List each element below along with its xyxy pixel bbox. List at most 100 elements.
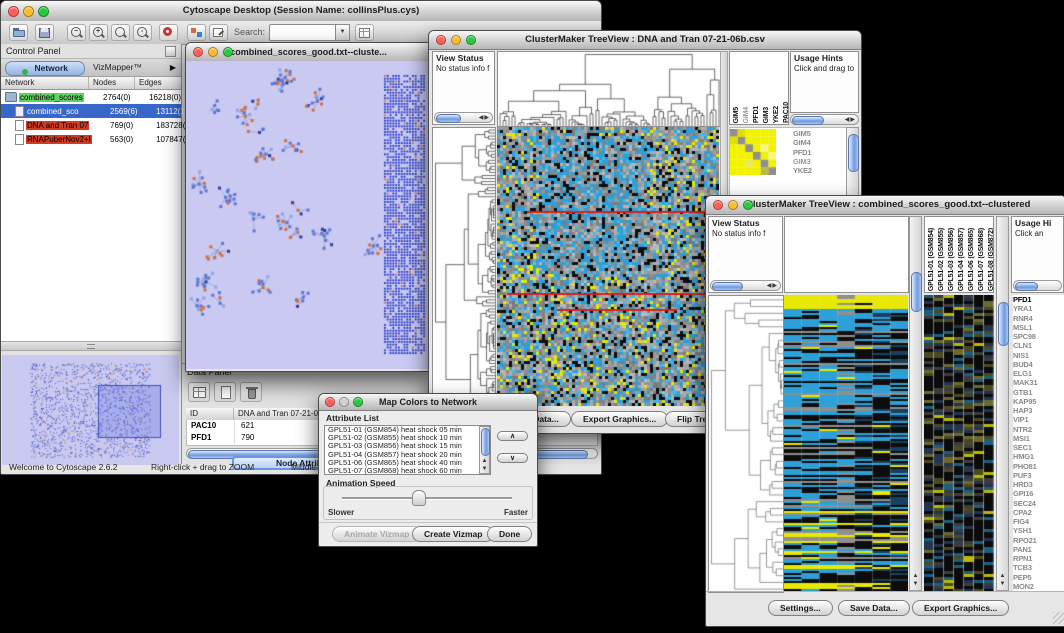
search-input[interactable] <box>269 24 337 41</box>
main-title-bar[interactable]: Cytoscape Desktop (Session Name: collins… <box>1 1 601 22</box>
attribute-item[interactable]: GPL51-07 (GSM868) heat shock 60 min <box>325 467 479 475</box>
tab-vizmapper[interactable]: VizMapper™ <box>93 61 142 74</box>
heatmap-canvas[interactable] <box>784 295 908 591</box>
usage-hints-hscrollbar[interactable]: ◀▶ <box>790 114 859 125</box>
gene-label[interactable]: CPA2 <box>1013 508 1064 517</box>
close-icon[interactable] <box>713 200 723 210</box>
speed-slider-thumb[interactable] <box>412 490 426 506</box>
gene-label[interactable]: SEC1 <box>1013 443 1064 452</box>
column-dendrogram-canvas[interactable] <box>497 51 721 127</box>
gene-label[interactable]: RNR4 <box>1013 314 1064 323</box>
network-table-row[interactable]: DNA and Tran 07769(0)183728(0) <box>1 118 181 132</box>
export-graphics-button[interactable]: Export Graphics... <box>912 600 1009 616</box>
row-dendrogram-canvas[interactable] <box>708 295 784 593</box>
zoom-window-icon[interactable] <box>223 47 233 57</box>
gene-label[interactable]: MON2 <box>1013 582 1064 591</box>
table-mode-button[interactable] <box>188 382 210 402</box>
zoom-window-icon[interactable] <box>743 200 753 210</box>
network-graph-canvas[interactable] <box>186 61 429 369</box>
strip-vscrollbar[interactable]: ▲ ▼ <box>996 216 1009 591</box>
minimize-icon[interactable] <box>728 200 738 210</box>
gene-label[interactable]: YRA1 <box>1013 304 1064 313</box>
column-label[interactable]: GPL51-06 (GSM865) <box>967 228 976 291</box>
column-label[interactable]: PAC10 <box>782 102 789 123</box>
move-up-button[interactable]: ∧ <box>497 431 528 441</box>
gene-label[interactable]: TCB3 <box>1013 563 1064 572</box>
view-status-hscrollbar[interactable]: ◀▶ <box>710 280 781 291</box>
gene-label[interactable]: YSH1 <box>1013 526 1064 535</box>
gene-label[interactable]: YKE2 <box>793 166 827 175</box>
gene-label[interactable]: KAP95 <box>1013 397 1064 406</box>
column-label[interactable]: YKE2 <box>772 106 781 124</box>
gene-label[interactable]: GPI16 <box>1013 489 1064 498</box>
zoom-fit-button[interactable] <box>111 24 130 41</box>
gene-label[interactable]: HAP3 <box>1013 406 1064 415</box>
correlation-matrix-canvas[interactable] <box>730 129 776 175</box>
gene-label[interactable]: ELG1 <box>1013 369 1064 378</box>
attribute-browser-icon[interactable] <box>355 24 374 41</box>
gene-label[interactable]: GIM4 <box>793 138 827 147</box>
gene-label[interactable]: PEP5 <box>1013 573 1064 582</box>
help-lifering-icon[interactable] <box>159 24 178 41</box>
minimize-icon[interactable] <box>208 47 218 57</box>
minimize-icon[interactable] <box>23 6 34 17</box>
treeview2-gene-list[interactable]: PFD1YRA1RNR4MSL1SPC98CLN1NIS1BUD4ELG1MAK… <box>1013 295 1064 591</box>
column-label[interactable]: GIM4 <box>742 107 751 123</box>
close-icon[interactable] <box>193 47 203 57</box>
zoom-window-icon[interactable] <box>466 35 476 45</box>
column-label[interactable]: GPL51-01 (GSM854) <box>927 228 936 291</box>
row-dendrogram-canvas[interactable] <box>432 127 496 408</box>
gene-label[interactable]: PFD1 <box>793 148 827 157</box>
heatmap-vscrollbar[interactable]: ▲ ▼ <box>909 216 922 591</box>
open-session-button[interactable] <box>9 24 28 41</box>
column-label[interactable]: GPL51-02 (GSM855) <box>937 228 946 291</box>
float-panel-icon[interactable] <box>165 46 176 57</box>
gene-label[interactable]: HRD3 <box>1013 480 1064 489</box>
gene-label[interactable]: PAN1 <box>1013 545 1064 554</box>
view-status-hscrollbar[interactable]: ◀▶ <box>434 112 493 123</box>
zoom-window-icon[interactable] <box>353 397 363 407</box>
close-icon[interactable] <box>436 35 446 45</box>
delete-attribute-trash-icon[interactable] <box>240 382 262 402</box>
gene-label[interactable]: CLN1 <box>1013 341 1064 350</box>
gene-label[interactable]: MSI1 <box>1013 434 1064 443</box>
gene-label[interactable]: GIM5 <box>793 129 827 138</box>
gene-label[interactable]: PFD1 <box>1013 295 1064 304</box>
gene-label[interactable]: RPO21 <box>1013 536 1064 545</box>
animate-vizmap-button[interactable]: Animate Vizmap <box>332 526 422 542</box>
attribute-list[interactable]: GPL51-01 (GSM854) heat shock 05 minGPL51… <box>324 425 491 475</box>
treeview1-gene-list[interactable]: GIM5GIM4PFD1GIM3YKE2PAC10 <box>793 129 827 177</box>
export-graphics-button[interactable]: Export Graphics... <box>571 411 668 427</box>
gene-label[interactable]: RPN1 <box>1013 554 1064 563</box>
tab-overflow-icon[interactable]: ▶ <box>170 61 176 74</box>
create-vizmap-button[interactable]: Create Vizmap <box>412 526 494 542</box>
gene-label[interactable]: PAC10 <box>793 175 827 177</box>
gene-label[interactable]: MSL1 <box>1013 323 1064 332</box>
network-table-row[interactable]: combined_sco2569(6)13112(15) <box>1 104 181 118</box>
treeview1-column-labels[interactable]: GIM5GIM4PFD1GIM3YKE2PAC10 <box>729 51 789 125</box>
zoom-selected-button[interactable]: ▫ <box>133 24 152 41</box>
treeview2-column-labels[interactable]: GPL51-01 (GSM854)GPL51-02 (GSM855) GPL51-… <box>924 216 994 293</box>
treeview2-title-bar[interactable]: ClusterMaker TreeView : combined_scores_… <box>706 196 1064 215</box>
gene-label[interactable]: GTB1 <box>1013 388 1064 397</box>
gene-label[interactable]: NIS1 <box>1013 351 1064 360</box>
network-overview-canvas[interactable] <box>2 355 179 465</box>
gene-label[interactable]: SPC98 <box>1013 332 1064 341</box>
minimize-icon[interactable] <box>339 397 349 407</box>
annotation-icon[interactable] <box>209 24 228 41</box>
gene-label[interactable]: NTR2 <box>1013 425 1064 434</box>
gene-label[interactable]: PUF3 <box>1013 471 1064 480</box>
save-data-button[interactable]: Save Data... <box>838 600 910 616</box>
search-dropdown-button[interactable]: ▼ <box>335 24 350 41</box>
panel-splitter[interactable] <box>1 341 181 351</box>
move-down-button[interactable]: ∨ <box>497 453 528 463</box>
gene-label[interactable]: HMG1 <box>1013 452 1064 461</box>
column-label[interactable]: GIM3 <box>762 107 771 123</box>
gene-label[interactable]: FIG4 <box>1013 517 1064 526</box>
column-label[interactable]: GIM5 <box>732 107 741 123</box>
network-table-row[interactable]: RNAPuberNov2+I563(0)107847(0) <box>1 132 181 146</box>
heatmap-canvas[interactable] <box>497 127 719 406</box>
zoom-out-button[interactable]: − <box>67 24 86 41</box>
treeview1-title-bar[interactable]: ClusterMaker TreeView : DNA and Tran 07-… <box>429 31 861 50</box>
gene-label[interactable]: BUD4 <box>1013 360 1064 369</box>
